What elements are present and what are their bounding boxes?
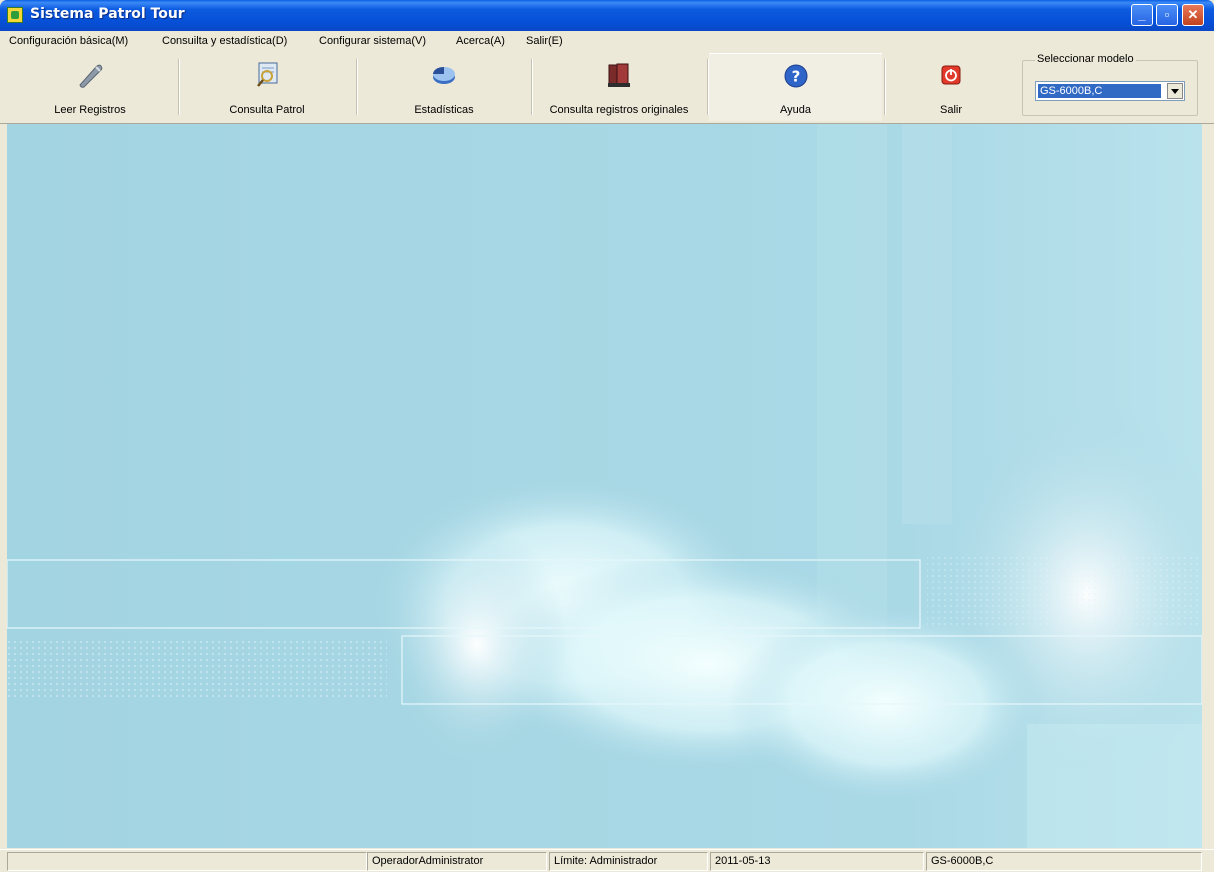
consulta-registros-originales-label: Consulta registros originales bbox=[549, 104, 689, 116]
menu-configuracion-basica[interactable]: Configuración básica(M) bbox=[9, 35, 128, 47]
salir-button[interactable]: Salir bbox=[886, 53, 1016, 121]
minimize-icon: _ bbox=[1138, 7, 1146, 22]
consulta-patrol-button[interactable]: Consulta Patrol bbox=[180, 53, 354, 121]
dropdown-arrow-icon[interactable] bbox=[1167, 83, 1183, 99]
menu-acerca[interactable]: Acerca(A) bbox=[456, 35, 505, 47]
model-group-title: Seleccionar modelo bbox=[1035, 53, 1136, 65]
consulta-patrol-label: Consulta Patrol bbox=[229, 104, 305, 116]
help-icon: ? bbox=[784, 64, 807, 88]
model-select[interactable]: GS-6000B,C bbox=[1035, 81, 1185, 101]
pen-reader-icon bbox=[79, 64, 103, 88]
estadisticas-label: Estadísticas bbox=[414, 104, 474, 116]
magnifier-document-icon bbox=[257, 62, 278, 87]
books-icon bbox=[608, 63, 630, 87]
pie-chart-icon bbox=[433, 67, 455, 84]
leer-registros-button[interactable]: Leer Registros bbox=[4, 53, 176, 121]
menu-bar: Configuración básica(M) Consuilta y esta… bbox=[0, 31, 1214, 53]
status-model: GS-6000B,C bbox=[926, 852, 1202, 871]
restore-button[interactable]: ▫ bbox=[1156, 4, 1178, 26]
consulta-registros-originales-button[interactable]: Consulta registros originales bbox=[533, 53, 705, 121]
salir-label: Salir bbox=[939, 104, 962, 116]
ayuda-label: Ayuda bbox=[780, 104, 811, 116]
close-button[interactable]: ✕ bbox=[1182, 4, 1204, 26]
status-limit: Límite: Administrador bbox=[549, 852, 708, 871]
toolbar: Leer Registros Consulta Patrol Estadísti… bbox=[0, 53, 1214, 124]
status-empty bbox=[7, 852, 367, 871]
menu-salir[interactable]: Salir(E) bbox=[526, 35, 563, 47]
background-image bbox=[7, 124, 1202, 848]
menu-consulta-estadistica[interactable]: Consuilta y estadística(D) bbox=[162, 35, 287, 47]
restore-icon: ▫ bbox=[1164, 7, 1170, 22]
power-icon bbox=[941, 65, 961, 85]
close-icon: ✕ bbox=[1187, 7, 1199, 22]
window-title: Sistema Patrol Tour bbox=[30, 6, 185, 22]
estadisticas-button[interactable]: Estadísticas bbox=[358, 53, 530, 121]
svg-text:?: ? bbox=[791, 68, 800, 86]
workspace-area bbox=[7, 124, 1202, 848]
app-icon[interactable] bbox=[7, 7, 23, 23]
leer-registros-label: Leer Registros bbox=[54, 104, 126, 116]
ayuda-button[interactable]: ? Ayuda bbox=[709, 53, 882, 121]
title-bar[interactable]: Sistema Patrol Tour _ ▫ ✕ bbox=[0, 0, 1214, 31]
app-window: Sistema Patrol Tour _ ▫ ✕ Configuración … bbox=[0, 0, 1214, 872]
minimize-button[interactable]: _ bbox=[1131, 4, 1153, 26]
model-group: Seleccionar modelo GS-6000B,C bbox=[1022, 53, 1198, 116]
model-select-value: GS-6000B,C bbox=[1038, 84, 1161, 98]
status-bar: OperadorAdministrator Límite: Administra… bbox=[0, 849, 1214, 872]
menu-configurar-sistema[interactable]: Configurar sistema(V) bbox=[319, 35, 426, 47]
status-date: 2011-05-13 bbox=[710, 852, 924, 871]
status-operator: OperadorAdministrator bbox=[367, 852, 547, 871]
